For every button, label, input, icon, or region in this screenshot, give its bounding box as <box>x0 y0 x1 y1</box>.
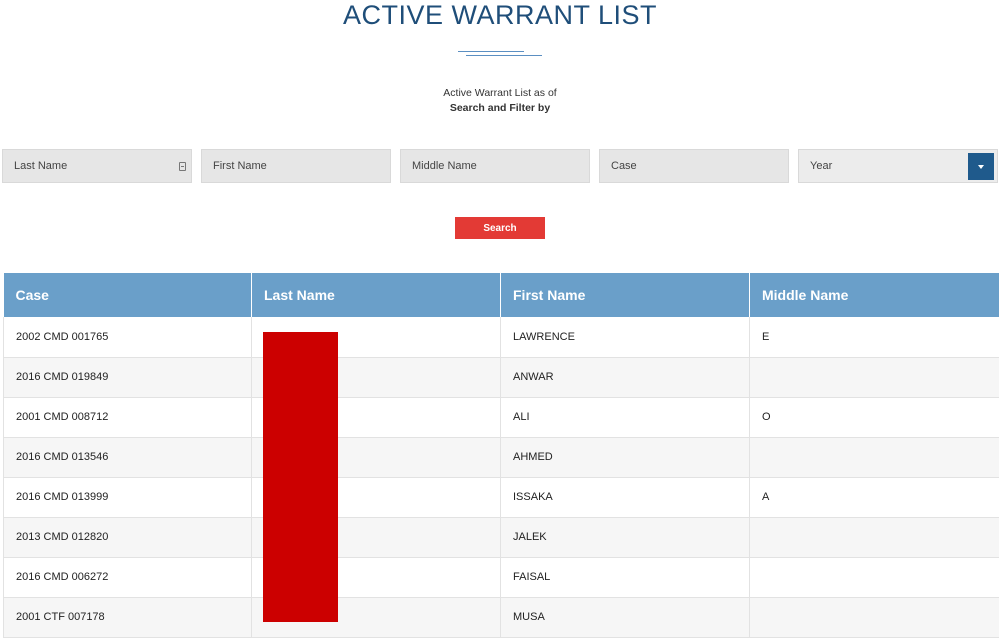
cell-first-name: JALEK <box>500 517 750 558</box>
warrant-table: Case Last Name First Name Middle Name 20… <box>3 273 999 638</box>
table-row: 2016 CMD 013999 ISSAKA A <box>3 477 999 518</box>
middle-name-filter[interactable] <box>400 149 590 183</box>
cell-first-name: ANWAR <box>500 357 750 398</box>
year-dropdown-toggle[interactable] <box>968 153 994 180</box>
redaction-block <box>263 332 338 622</box>
page-title: ACTIVE WARRANT LIST <box>342 0 658 30</box>
table-row: 2013 CMD 012820 JALEK <box>3 517 999 558</box>
table-row: 2002 CMD 001765 LAWRENCE E <box>3 317 999 358</box>
table-header-row: Case Last Name First Name Middle Name <box>3 273 999 317</box>
table-row: 2016 CMD 019849 ANWAR <box>3 357 999 398</box>
title-divider-lower <box>466 55 542 56</box>
cell-first-name: FAISAL <box>500 557 750 598</box>
column-header-first-name[interactable]: First Name <box>500 273 750 317</box>
cell-middle-name <box>749 557 999 598</box>
first-name-input[interactable] <box>213 160 363 172</box>
cell-first-name: ALI <box>500 397 750 438</box>
cell-case: 2001 CMD 008712 <box>3 397 252 438</box>
cell-case: 2002 CMD 001765 <box>3 317 252 358</box>
cell-middle-name: O <box>749 397 999 438</box>
cell-middle-name <box>749 517 999 558</box>
table-row: 2016 CMD 013546 AHMED <box>3 437 999 478</box>
cell-middle-name <box>749 357 999 398</box>
chevron-down-icon <box>978 164 984 169</box>
cell-first-name: LAWRENCE <box>500 317 750 358</box>
column-header-last-name[interactable]: Last Name <box>251 273 501 317</box>
cell-case: 2013 CMD 012820 <box>3 517 252 558</box>
year-select[interactable]: Year <box>798 149 998 183</box>
column-header-middle-name[interactable]: Middle Name <box>749 273 999 317</box>
cell-case: 2016 CMD 013546 <box>3 437 252 478</box>
contact-card-icon[interactable] <box>179 162 186 171</box>
table-row: 2016 CMD 006272 FAISAL <box>3 557 999 598</box>
cell-middle-name: A <box>749 477 999 518</box>
cell-first-name: ISSAKA <box>500 477 750 518</box>
last-name-input[interactable] <box>14 160 164 172</box>
table-row: 2001 CMD 008712 ALI O <box>3 397 999 438</box>
first-name-filter[interactable] <box>201 149 391 183</box>
middle-name-input[interactable] <box>412 160 562 172</box>
search-button[interactable]: Search <box>455 217 545 239</box>
cell-case: 2016 CMD 006272 <box>3 557 252 598</box>
case-input[interactable] <box>611 160 761 172</box>
cell-case: 2016 CMD 013999 <box>3 477 252 518</box>
cell-case: 2001 CTF 007178 <box>3 597 252 638</box>
table-row: 2001 CTF 007178 MUSA <box>3 597 999 638</box>
filter-heading: Search and Filter by <box>449 102 551 114</box>
cell-middle-name: E <box>749 317 999 358</box>
cell-middle-name <box>749 437 999 478</box>
cell-first-name: MUSA <box>500 597 750 638</box>
year-select-value: Year <box>810 160 833 172</box>
cell-case: 2016 CMD 019849 <box>3 357 252 398</box>
list-date-caption: Active Warrant List as of <box>443 87 557 99</box>
column-header-case[interactable]: Case <box>3 273 252 317</box>
case-filter[interactable] <box>599 149 789 183</box>
cell-middle-name <box>749 597 999 638</box>
last-name-filter[interactable] <box>2 149 192 183</box>
cell-first-name: AHMED <box>500 437 750 478</box>
title-divider <box>458 51 524 52</box>
